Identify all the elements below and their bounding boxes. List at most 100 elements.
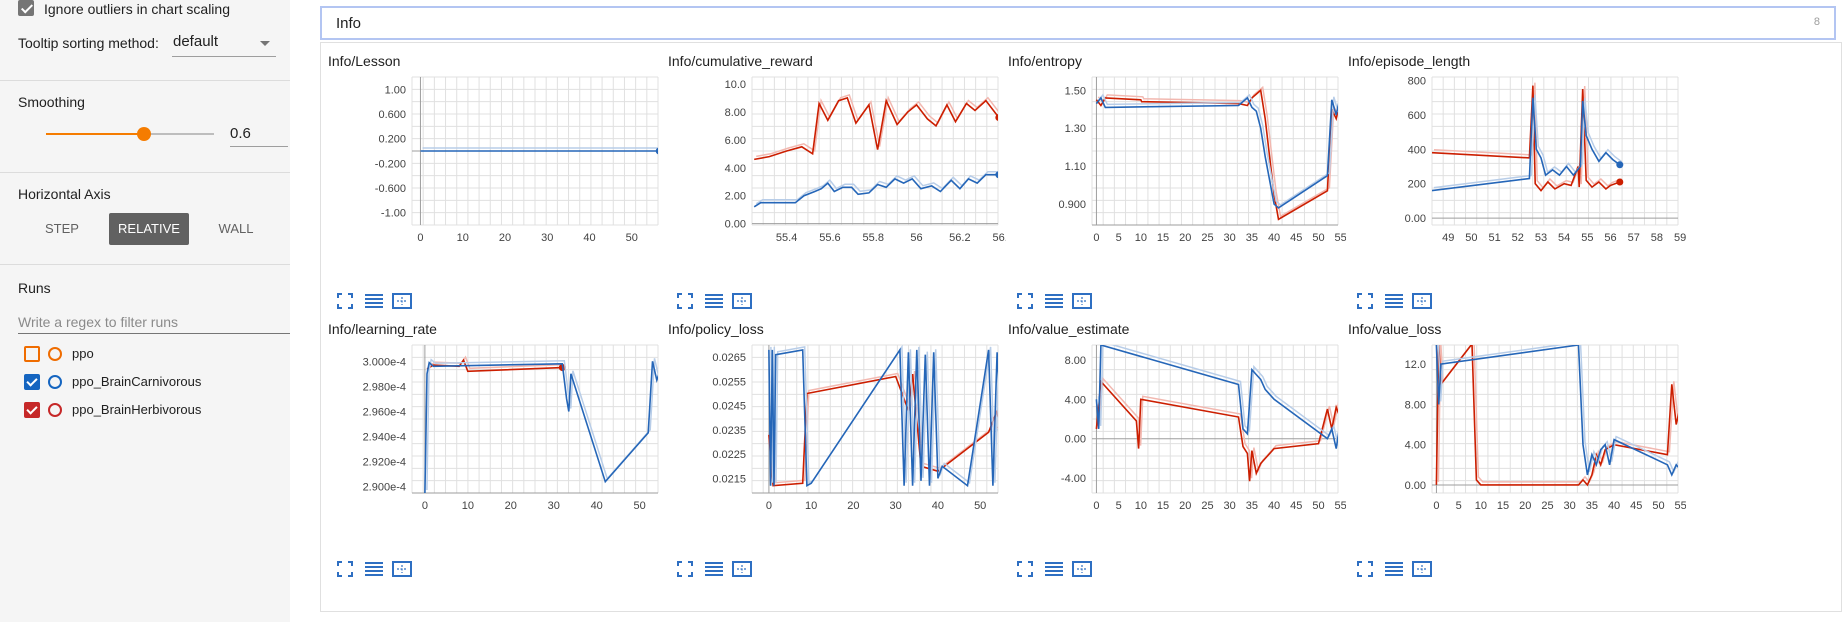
fit-domain-icon[interactable]	[1412, 292, 1434, 312]
run-item[interactable]: ppo_BrainCarnivorous	[18, 372, 278, 392]
chart-card: Info/policy_loss 0.0265 0.0255 0.0245 0.0235…	[666, 319, 1006, 587]
chart-title: Info/value_estimate	[1008, 321, 1130, 337]
smoothing-slider[interactable]	[46, 127, 214, 141]
x-tick-label: 56.2	[949, 232, 970, 244]
chart-plot[interactable]: 3.000e-4 2.980e-4 2.960e-4 2.940e-4 2.920e-4…	[326, 341, 666, 571]
series-endpoint	[997, 428, 998, 432]
chart-plot[interactable]: 8.00 4.00 0.00 -4.00 0 5 10 15 20 25 30 35 40 45 50 55	[1006, 341, 1346, 571]
expand-icon[interactable]	[336, 292, 358, 312]
x-tick-label: 15	[1157, 232, 1169, 244]
smoothing-label: Smoothing	[18, 94, 85, 110]
x-tick-label: 10	[462, 500, 474, 512]
x-tick-label: 50	[634, 500, 646, 512]
series-endpoint	[995, 114, 998, 121]
run-item[interactable]: ppo_BrainHerbivorous	[18, 400, 278, 420]
fit-domain-icon[interactable]	[1412, 560, 1434, 580]
smoothing-value-input[interactable]: 0.6	[230, 122, 288, 147]
y-tick-label: 200	[1408, 179, 1426, 191]
chart-title: Info/value_loss	[1348, 321, 1442, 337]
axis-wall-button[interactable]: WALL	[202, 213, 270, 245]
horizontal-axis-section: Horizontal Axis STEP RELATIVE WALL	[0, 172, 290, 265]
x-tick-label: 40	[591, 500, 603, 512]
x-tick-label: 57	[1628, 232, 1640, 244]
y-tick-label: 2.920e-4	[363, 457, 406, 469]
expand-icon[interactable]	[676, 560, 698, 580]
y-tick-label: 0.200	[378, 134, 406, 146]
tooltip-sorting-select[interactable]: default	[172, 30, 276, 57]
chart-plot[interactable]: 800 600 400 200 0.00 49 50 51 52 53 54 55 56 57 58 59	[1346, 73, 1686, 303]
y-tick-label: 1.30	[1065, 123, 1086, 135]
expand-icon[interactable]	[336, 560, 358, 580]
runs-filter-input[interactable]: Write a regex to filter runs	[18, 311, 290, 334]
x-tick-label: 56	[1604, 232, 1616, 244]
axis-wall-label: WALL	[218, 221, 254, 236]
chart-plot[interactable]: 10.0 8.00 6.00 4.00 2.00 0.00 55.4 55.6 55.8 56 56…	[666, 73, 1006, 303]
list-icon[interactable]	[364, 292, 386, 312]
run-checkbox[interactable]	[24, 402, 40, 418]
x-tick-label: 10	[1475, 500, 1487, 512]
series-endpoint	[1616, 161, 1624, 169]
series-group	[1432, 82, 1624, 192]
expand-icon[interactable]	[1356, 560, 1378, 580]
list-icon[interactable]	[1384, 560, 1406, 580]
y-tick-label: 0.00	[1405, 480, 1426, 492]
y-tick-label: 0.0235	[712, 425, 746, 437]
chart-plot[interactable]: 1.50 1.30 1.10 0.900 0 5 10 15 20 25 30 35 40 45 50 55	[1006, 73, 1346, 303]
run-checkbox[interactable]	[24, 346, 40, 362]
fit-domain-icon[interactable]	[732, 560, 754, 580]
x-tick-label: 35	[1246, 500, 1258, 512]
list-icon[interactable]	[1384, 292, 1406, 312]
expand-icon[interactable]	[1016, 560, 1038, 580]
expand-icon[interactable]	[676, 292, 698, 312]
list-icon[interactable]	[704, 560, 726, 580]
fit-domain-icon[interactable]	[732, 292, 754, 312]
x-tick-label: 51	[1488, 232, 1500, 244]
list-icon[interactable]	[1044, 292, 1066, 312]
fit-domain-icon[interactable]	[392, 292, 414, 312]
ignore-outliers-checkbox[interactable]	[18, 0, 34, 16]
chart-title: Info/entropy	[1008, 53, 1082, 69]
expand-icon[interactable]	[1016, 292, 1038, 312]
axis-step-button[interactable]: STEP	[28, 213, 96, 245]
chart-plot[interactable]: 0.0265 0.0255 0.0245 0.0235 0.0225 0.0215 0 10 2…	[666, 341, 1006, 571]
series-line	[424, 361, 658, 493]
series-line	[753, 173, 998, 208]
chart-plot[interactable]: 1.00 0.600 0.200 -0.200 -0.600 -1.00 0 10 20 30 40…	[326, 73, 666, 303]
chart-title: Info/learning_rate	[328, 321, 437, 337]
run-checkbox[interactable]	[24, 374, 40, 390]
x-tick-label: 30	[548, 500, 560, 512]
x-tick-label: 5	[1116, 232, 1122, 244]
x-tick-label: 45	[1630, 500, 1642, 512]
axis-step-label: STEP	[45, 221, 79, 236]
y-tick-label: 2.940e-4	[363, 432, 406, 444]
x-tick-label: 45	[1290, 500, 1302, 512]
main-content: Info 8 Info/Lesson 1.00 0.600 0.200 -0.200 -0…	[320, 6, 1842, 612]
y-tick-label: -0.200	[375, 158, 406, 170]
y-tick-label: 8.00	[1405, 399, 1426, 411]
y-tick-label: 8.00	[725, 107, 746, 119]
fit-domain-icon[interactable]	[392, 560, 414, 580]
list-icon[interactable]	[364, 560, 386, 580]
run-label: ppo_BrainCarnivorous	[72, 374, 202, 389]
chart-plot[interactable]: 12.0 8.00 4.00 0.00 0 5 10 15 20 25 30 35 40 45 50 55	[1346, 341, 1686, 571]
category-header[interactable]: Info 8	[320, 6, 1836, 40]
smoothing-slider-thumb[interactable]	[136, 127, 151, 141]
expand-icon[interactable]	[1356, 292, 1378, 312]
series-raw-line	[1433, 94, 1623, 189]
x-tick-label: 52	[1512, 232, 1524, 244]
checkmark-icon	[26, 375, 38, 387]
x-tick-label: 35	[1586, 500, 1598, 512]
chart-grid	[411, 344, 659, 494]
x-tick-label: 30	[1224, 232, 1236, 244]
fit-domain-icon[interactable]	[1072, 560, 1094, 580]
list-icon[interactable]	[1044, 560, 1066, 580]
axis-relative-button[interactable]: RELATIVE	[109, 213, 189, 245]
x-tick-label: 10	[805, 500, 817, 512]
list-icon[interactable]	[704, 292, 726, 312]
y-tick-label: 2.980e-4	[363, 381, 406, 393]
fit-domain-icon[interactable]	[1072, 292, 1094, 312]
x-tick-label: 30	[1224, 500, 1236, 512]
x-tick-label: 10	[1135, 500, 1147, 512]
run-item[interactable]: ppo	[18, 344, 278, 364]
x-tick-label: 55.4	[776, 232, 797, 244]
